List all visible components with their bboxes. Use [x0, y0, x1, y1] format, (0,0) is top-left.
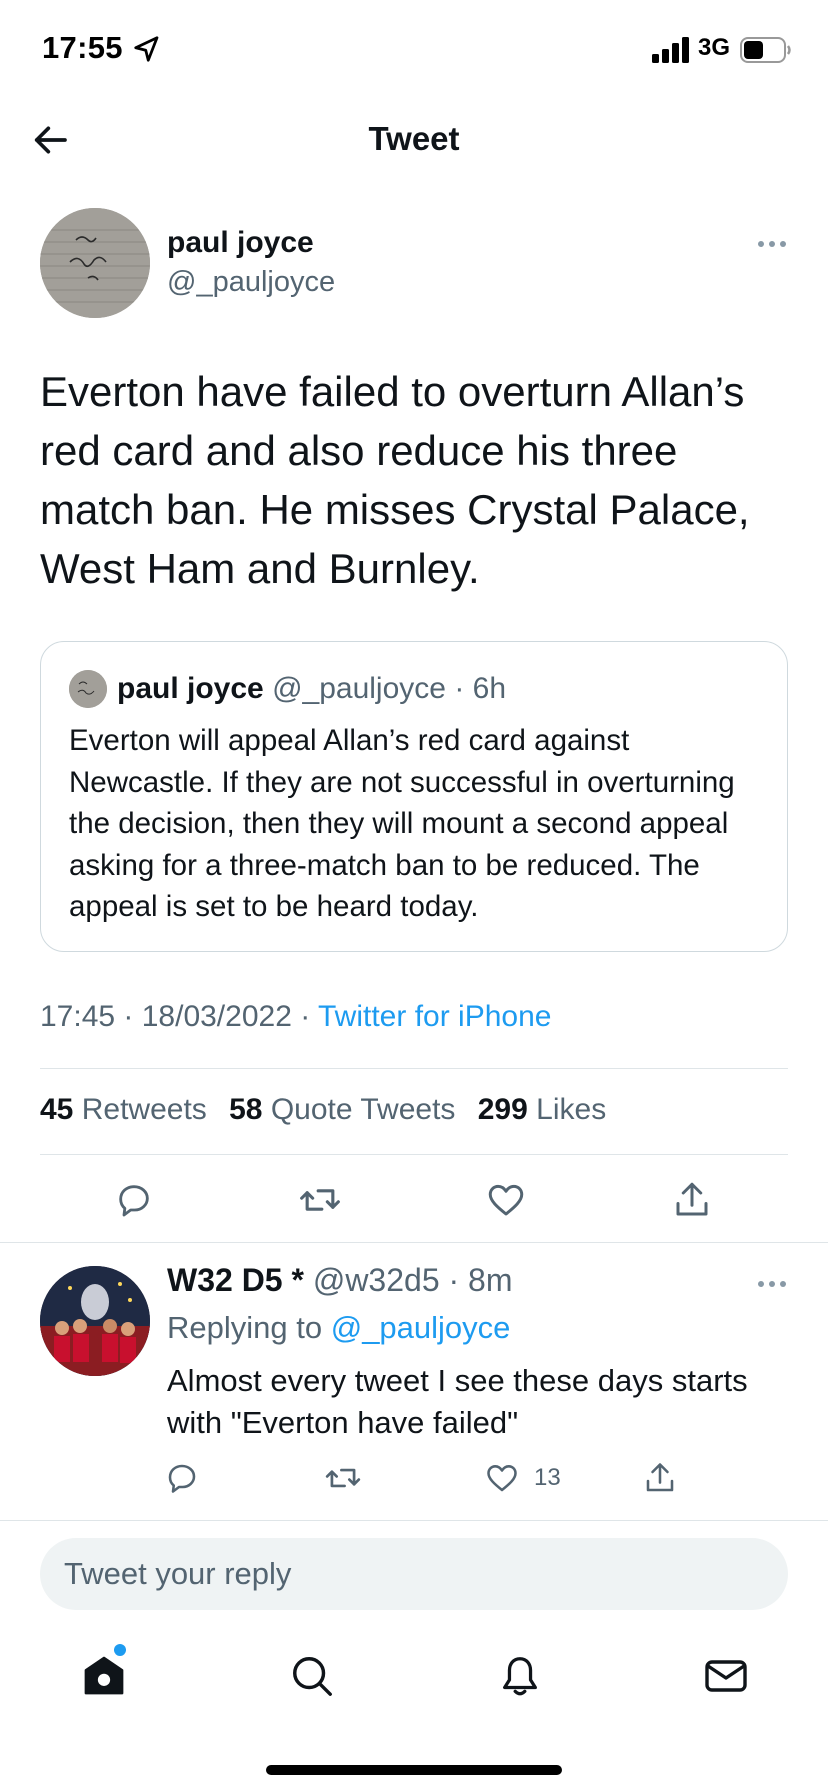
- reply-author-name[interactable]: W32 D5 *: [167, 1262, 304, 1298]
- more-dots-icon: [758, 241, 786, 247]
- reply-time: · 8m: [448, 1262, 513, 1298]
- battery-icon: [740, 37, 791, 63]
- tweet-reply-input[interactable]: [40, 1538, 788, 1610]
- screen: 17:55 3G Tweet paul joyce @_pauljoyce Ev…: [0, 0, 828, 1792]
- share-icon: [646, 1463, 674, 1492]
- reply-share-button[interactable]: [642, 1458, 678, 1498]
- reply-icon: [119, 1185, 149, 1217]
- reply-icon: [168, 1464, 196, 1493]
- quoted-time: · 6h: [454, 672, 507, 705]
- quoted-header: paul joyce @_pauljoyce · 6h: [117, 672, 506, 706]
- replying-to-line: Replying to @_pauljoyce: [167, 1310, 510, 1346]
- likes-count: 299: [477, 1093, 528, 1126]
- tweet-source-link[interactable]: Twitter for iPhone: [318, 1000, 551, 1033]
- signal-strength-icon: [652, 37, 689, 63]
- network-label: 3G: [698, 34, 731, 61]
- likes-stat[interactable]: 299 Likes: [478, 1093, 606, 1126]
- quoted-tweet[interactable]: paul joyce @_pauljoyce · 6h Everton will…: [40, 641, 788, 952]
- reply-header: W32 D5 * @w32d5 · 8m: [167, 1262, 513, 1299]
- bell-icon: [503, 1657, 537, 1696]
- retweets-label: Retweets: [81, 1093, 207, 1126]
- more-dots-icon: [758, 1281, 786, 1287]
- divider: [40, 1068, 788, 1069]
- retweet-icon: [325, 1468, 361, 1488]
- heart-icon: [488, 1184, 524, 1216]
- quotes-label: Quote Tweets: [270, 1093, 456, 1126]
- divider: [40, 1154, 788, 1155]
- divider: [0, 1520, 828, 1521]
- quoted-author-avatar: [69, 670, 107, 708]
- quoted-author-name: paul joyce: [117, 672, 264, 705]
- reply-like-button[interactable]: 13: [484, 1458, 561, 1498]
- reply-author-avatar[interactable]: [40, 1266, 150, 1376]
- retweet-button[interactable]: [296, 1176, 344, 1224]
- likes-label: Likes: [536, 1093, 607, 1126]
- author-name[interactable]: paul joyce: [167, 226, 314, 260]
- home-icon: [84, 1656, 124, 1695]
- mail-icon: [705, 1660, 747, 1692]
- reply-text: Almost every tweet I see these days star…: [167, 1363, 748, 1440]
- status-bar: 17:55 3G: [0, 0, 828, 100]
- reply-like-count: 13: [534, 1464, 561, 1491]
- divider: [0, 1242, 828, 1243]
- quotes-stat[interactable]: 58 Quote Tweets: [229, 1093, 455, 1126]
- tab-messages[interactable]: [698, 1648, 754, 1704]
- page-title: Tweet: [368, 120, 460, 157]
- reply-reply-button[interactable]: [164, 1458, 200, 1498]
- quoted-text: Everton will appeal Allan’s red card aga…: [69, 724, 735, 923]
- tweet-text: Everton have failed to overturn Allan’s …: [40, 368, 750, 592]
- replying-prefix: Replying to: [167, 1310, 323, 1345]
- avatar-image: [40, 208, 150, 318]
- search-icon: [293, 1657, 332, 1696]
- home-notification-dot: [114, 1644, 126, 1656]
- author-handle[interactable]: @_pauljoyce: [167, 266, 335, 299]
- reply-button[interactable]: [110, 1176, 158, 1224]
- author-avatar[interactable]: [40, 208, 150, 318]
- quotes-count: 58: [229, 1093, 263, 1126]
- location-arrow-icon: [134, 36, 159, 62]
- replying-to-link[interactable]: @_pauljoyce: [331, 1310, 511, 1345]
- retweets-stat[interactable]: 45 Retweets: [40, 1093, 207, 1126]
- tab-home[interactable]: [76, 1648, 132, 1704]
- avatar-image: [40, 1266, 150, 1376]
- share-icon: [676, 1182, 708, 1216]
- reply-more-options-button[interactable]: [752, 1272, 792, 1296]
- tab-notifications[interactable]: [492, 1648, 548, 1704]
- avatar-image: [69, 670, 107, 708]
- status-time: 17:55: [42, 30, 123, 65]
- tweet-meta: 17:45 · 18/03/2022 · Twitter for iPhone: [40, 1000, 551, 1034]
- tweet-timestamp: 17:45 · 18/03/2022 ·: [40, 1000, 311, 1033]
- more-options-button[interactable]: [752, 232, 792, 256]
- quoted-author-handle: @_pauljoyce: [272, 672, 446, 705]
- retweets-count: 45: [40, 1093, 74, 1126]
- retweet-icon: [300, 1189, 340, 1211]
- home-indicator[interactable]: [266, 1765, 562, 1775]
- nav-header: Tweet: [0, 100, 828, 180]
- tweet-stats: 45 Retweets 58 Quote Tweets 299 Likes: [40, 1093, 606, 1127]
- share-button[interactable]: [668, 1176, 716, 1224]
- like-button[interactable]: [482, 1176, 530, 1224]
- tab-search[interactable]: [284, 1648, 340, 1704]
- reply-author-handle[interactable]: @w32d5: [313, 1262, 440, 1298]
- reply-retweet-button[interactable]: [324, 1458, 362, 1498]
- heart-icon: [487, 1465, 517, 1492]
